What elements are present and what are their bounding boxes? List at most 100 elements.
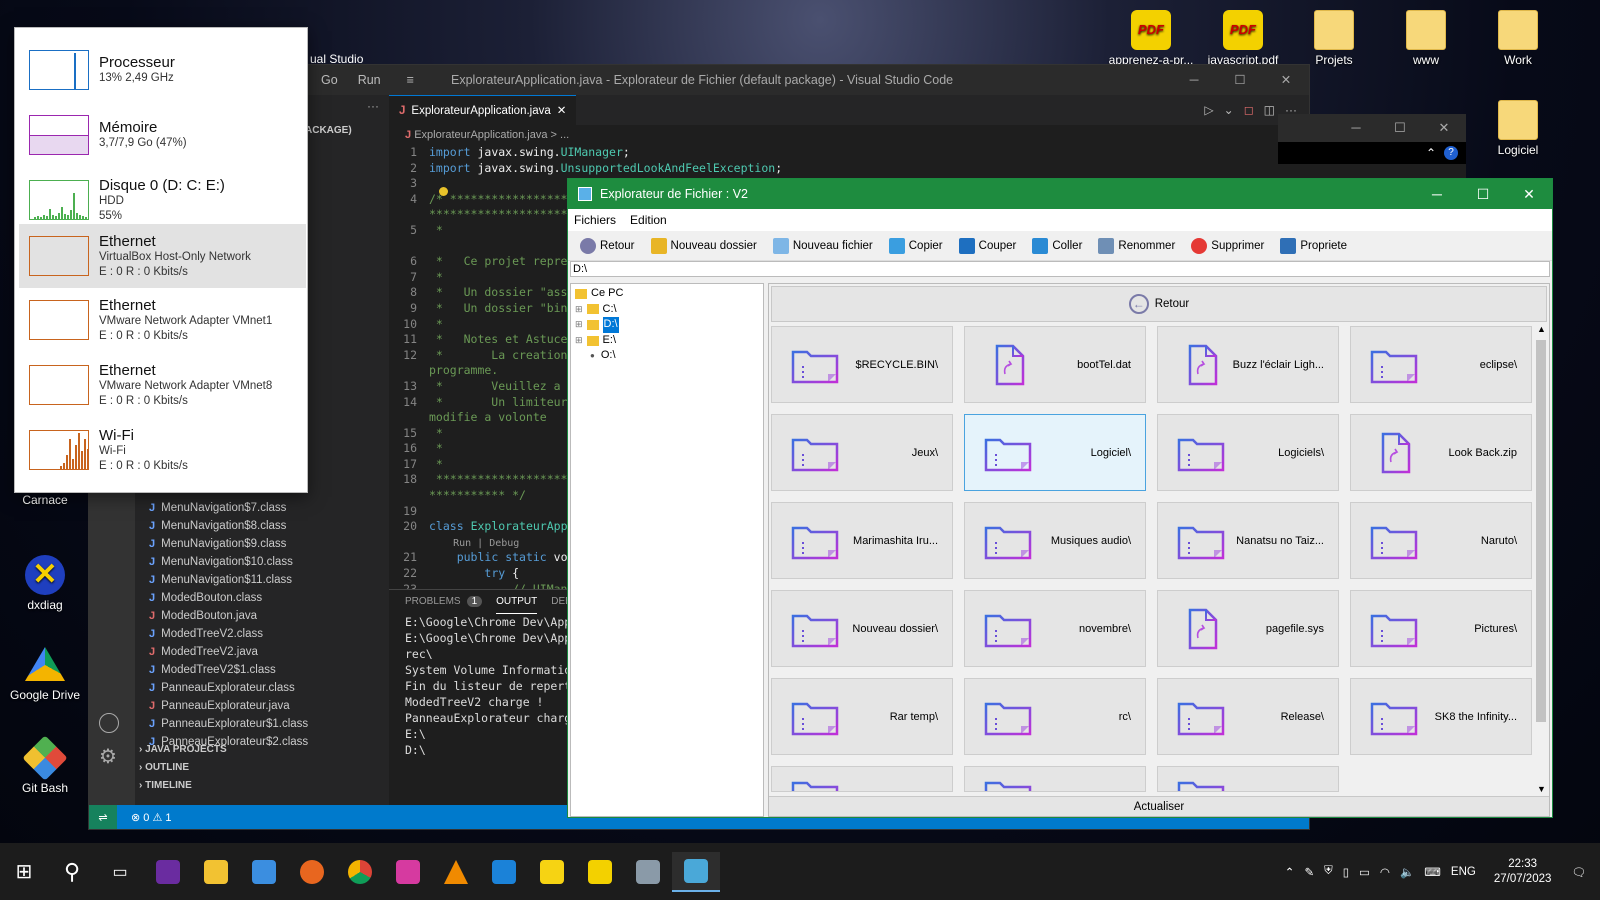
file-tile[interactable]: Look Back.zip (1350, 414, 1532, 491)
file-tile[interactable]: eclipse\ (1350, 326, 1532, 403)
expand-icon[interactable]: ⊞ (575, 302, 583, 318)
split-editor-icon[interactable]: ◫ (1264, 103, 1275, 117)
tree-node[interactable]: ⊞ D:\ (571, 317, 763, 333)
retour-button[interactable]: Retour (574, 233, 641, 259)
file-item[interactable]: J ModedBouton.java (135, 607, 389, 625)
actualiser-button[interactable]: Actualiser (769, 796, 1549, 816)
taskbar-java-app[interactable] (672, 851, 720, 892)
file-tile[interactable]: $RECYCLE.BIN\ (771, 326, 953, 403)
file-tile[interactable]: pagefile.sys (1157, 590, 1339, 667)
taskbar-chrome[interactable] (336, 852, 384, 892)
taskbar-sticky-notes[interactable] (528, 852, 576, 892)
task-view-button[interactable]: ▭ (96, 852, 144, 892)
folder-tree[interactable]: Ce PC ⊞ C:\ ⊞ D:\ ⊞ E:\ ● O:\ (570, 283, 764, 817)
taskbar-store[interactable] (240, 852, 288, 892)
copier-button[interactable]: Copier (883, 233, 949, 259)
file-tile[interactable]: rc\ (964, 678, 1146, 755)
taskbar-app-1[interactable] (144, 852, 192, 892)
menu-go[interactable]: Go (321, 73, 338, 87)
file-item[interactable]: J PanneauExplorateur.class (135, 679, 389, 697)
desktop-icon-logiciel[interactable]: Logiciel (1475, 100, 1561, 157)
pen-icon[interactable]: ✎ (1304, 865, 1314, 879)
chevron-down-icon[interactable]: ⌄ (1224, 103, 1234, 117)
lightbulb-icon[interactable] (439, 187, 448, 196)
desktop-icon-www[interactable]: www (1383, 10, 1469, 67)
minimize-icon[interactable]: ─ (1414, 179, 1460, 209)
file-tile[interactable]: Rar temp\ (771, 678, 953, 755)
app-menu-fichiers[interactable]: Fichiers (574, 209, 616, 231)
path-field[interactable]: D:\ (570, 261, 1550, 277)
section-timeline[interactable]: › TIMELINE (135, 777, 389, 795)
tree-node[interactable]: ● O:\ (571, 348, 763, 364)
section-outline[interactable]: › OUTLINE (135, 759, 389, 777)
taskbar-vlc[interactable] (432, 852, 480, 892)
maximize-icon[interactable]: ☐ (1217, 65, 1263, 95)
volume-icon[interactable]: 🔈 (1400, 865, 1414, 879)
settings-gear-icon[interactable]: ⚙ (99, 744, 117, 769)
chevron-up-icon[interactable]: ⌃ (1426, 146, 1436, 160)
renommer-button[interactable]: Renommer (1092, 233, 1181, 259)
file-item[interactable]: J MenuNavigation$9.class (135, 535, 389, 553)
tab-explorateur-application[interactable]: J ExplorateurApplication.java ✕ (389, 95, 577, 125)
file-item[interactable]: J MenuNavigation$10.class (135, 553, 389, 571)
perf-item-3[interactable]: Ethernet VirtualBox Host-Only Network E : … (19, 224, 306, 288)
expand-icon[interactable]: ⊞ (575, 333, 583, 349)
scroll-up-icon[interactable]: ▲ (1537, 324, 1546, 334)
file-tile-partial[interactable] (1157, 766, 1339, 792)
file-tile-partial[interactable] (771, 766, 953, 792)
coller-button[interactable]: Coller (1026, 233, 1088, 259)
file-tile[interactable]: Nanatsu no Taiz... (1157, 502, 1339, 579)
tree-root[interactable]: Ce PC (571, 286, 763, 302)
taskbar-webstorm[interactable] (384, 852, 432, 892)
remote-icon[interactable]: ⇌ (89, 805, 117, 829)
problems-status[interactable]: ⊗ 0 ⚠ 1 (131, 811, 172, 824)
explorer-options-icon[interactable]: ··· (367, 99, 379, 113)
desktop-icon-projets[interactable]: Projets (1291, 10, 1377, 67)
nouveau-dossier-button[interactable]: Nouveau dossier (645, 233, 763, 259)
file-tile[interactable]: Release\ (1157, 678, 1339, 755)
propriete-button[interactable]: Propriete (1274, 233, 1353, 259)
hamburger-menu-icon[interactable]: ≡ (407, 73, 414, 87)
desktop-icon-apprenez-a-pr-[interactable]: PDF apprenez-a-pr... (1108, 10, 1194, 67)
scroll-down-icon[interactable]: ▼ (1537, 784, 1546, 794)
expand-icon[interactable]: ⊞ (575, 317, 583, 333)
breadcrumb[interactable]: J ExplorateurApplication.java > ... (389, 125, 1309, 145)
search-button[interactable]: ⚲ (48, 852, 96, 892)
perf-item-4[interactable]: Ethernet VMware Network Adapter VMnet1 E :… (19, 288, 306, 352)
file-tile[interactable]: SK8 the Infinity... (1350, 678, 1532, 755)
file-tile[interactable]: Marimashita Iru... (771, 502, 953, 579)
close-icon[interactable]: ✕ (1422, 114, 1466, 142)
file-tile[interactable]: Naruto\ (1350, 502, 1532, 579)
run-icon[interactable]: ▷ (1204, 103, 1213, 117)
notification-icon[interactable]: 🗨 (1571, 865, 1586, 879)
perf-item-6[interactable]: Wi-Fi Wi-Fi E : 0 R : 0 Kbits/s (19, 418, 306, 482)
file-item[interactable]: J ModedTreeV2.class (135, 625, 389, 643)
chevron-up-icon[interactable]: ⌃ (1285, 865, 1295, 879)
perf-item-2[interactable]: Disque 0 (D: C: E:) HDD 55% (19, 168, 306, 232)
panel-tab-output[interactable]: OUTPUT (496, 590, 538, 614)
wifi-icon[interactable]: ◠ (1380, 865, 1390, 879)
file-tile[interactable]: Musiques audio\ (964, 502, 1146, 579)
clock[interactable]: 22:33 27/07/2023 (1494, 857, 1552, 887)
nouveau-fichier-button[interactable]: Nouveau fichier (767, 233, 879, 259)
taskbar-file-explorer[interactable] (192, 852, 240, 892)
close-tab-icon[interactable]: ✕ (557, 96, 567, 125)
retour-button[interactable]: ← Retour (771, 286, 1547, 322)
taskbar-firefox[interactable] (288, 852, 336, 892)
file-tile[interactable]: Pictures\ (1350, 590, 1532, 667)
start-button[interactable]: ⊞ (0, 852, 48, 892)
file-tile[interactable]: Nouveau dossier\ (771, 590, 953, 667)
file-item[interactable]: J PanneauExplorateur$1.class (135, 715, 389, 733)
file-item[interactable]: J PanneauExplorateur.java (135, 697, 389, 715)
battery-icon[interactable]: ▭ (1359, 865, 1370, 879)
tree-node[interactable]: ⊞ E:\ (571, 333, 763, 349)
file-tile[interactable]: Jeux\ (771, 414, 953, 491)
file-tile[interactable]: bootTel.dat (964, 326, 1146, 403)
account-icon[interactable] (99, 713, 119, 733)
desktop-icon-work[interactable]: Work (1475, 10, 1561, 67)
defender-icon[interactable]: ⛨ (1324, 865, 1333, 878)
file-item[interactable]: J MenuNavigation$11.class (135, 571, 389, 589)
menu-run[interactable]: Run (358, 73, 381, 87)
file-tile[interactable]: novembre\ (964, 590, 1146, 667)
taskbar-vscode[interactable] (480, 852, 528, 892)
